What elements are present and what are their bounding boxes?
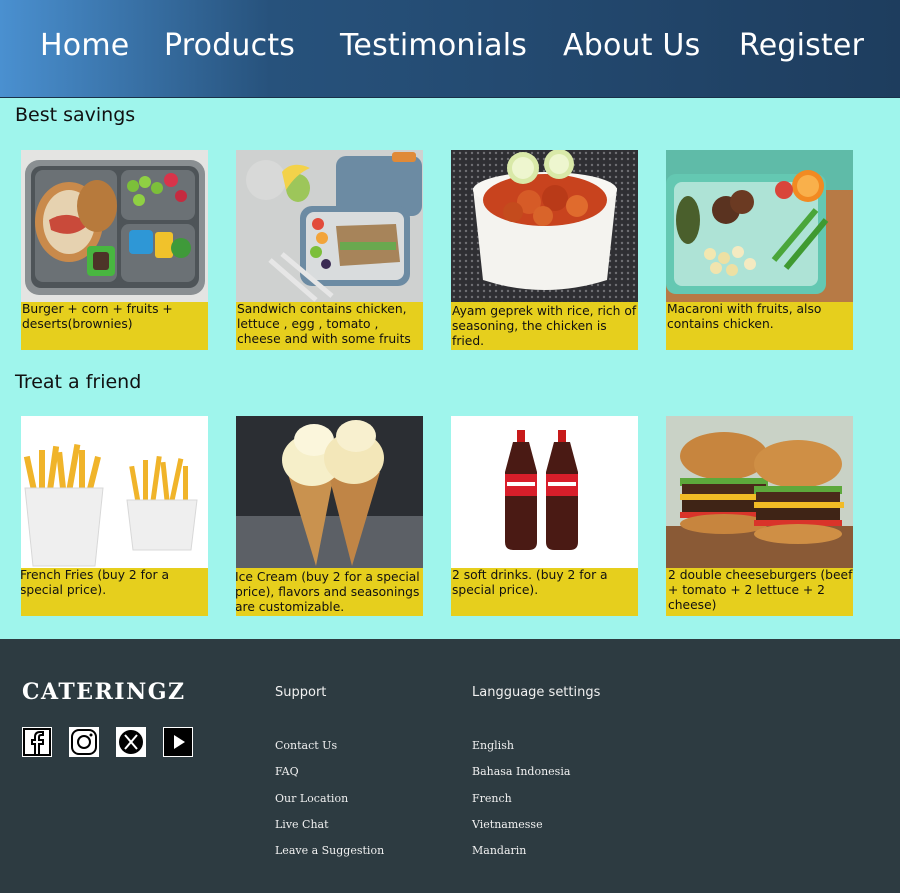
product-card[interactable]: Macaroni with fruits, also contains chic… (666, 150, 853, 350)
language-bahasa-indonesia[interactable]: Bahasa Indonesia (472, 765, 570, 778)
list-item: Contact Us (275, 738, 384, 764)
language-heading: Langguage settings (472, 685, 601, 700)
link-our-location[interactable]: Our Location (275, 792, 348, 805)
product-caption: Sandwich contains chicken, lettuce , egg… (237, 302, 411, 346)
product-caption: 2 soft drinks. (buy 2 for a special pric… (452, 568, 608, 597)
ice-cream-cones-image (236, 416, 423, 568)
list-item: Vietnamesse (472, 817, 570, 843)
list-item: Our Location (275, 791, 384, 817)
list-item: Live Chat (275, 817, 384, 843)
product-caption: Ice Cream (buy 2 for a special price), f… (236, 570, 420, 614)
soft-drink-bottles-image (451, 416, 638, 568)
product-card[interactable]: 2 double cheeseburgers (beef + tomato + … (666, 416, 853, 616)
link-faq[interactable]: FAQ (275, 765, 299, 778)
double-cheeseburgers-image (666, 416, 853, 568)
nav-register[interactable]: Register (739, 28, 864, 63)
language-mandarin[interactable]: Mandarin (472, 844, 526, 857)
language-french[interactable]: French (472, 792, 512, 805)
product-card[interactable]: 2 soft drinks. (buy 2 for a special pric… (451, 416, 638, 616)
youtube-icon[interactable] (162, 726, 194, 758)
link-leave-suggestion[interactable]: Leave a Suggestion (275, 844, 384, 857)
instagram-icon[interactable] (68, 726, 100, 758)
link-live-chat[interactable]: Live Chat (275, 818, 329, 831)
product-caption: Macaroni with fruits, also contains chic… (667, 302, 822, 331)
product-caption: Ayam geprek with rice, rich of seasoning… (452, 304, 637, 348)
top-navigation: Home Products Testimonials About Us Regi… (0, 0, 900, 98)
list-item: Leave a Suggestion (275, 843, 384, 869)
list-item: English (472, 738, 570, 764)
nav-products[interactable]: Products (164, 28, 295, 63)
language-links: English Bahasa Indonesia French Vietname… (472, 738, 570, 869)
x-icon[interactable] (115, 726, 147, 758)
list-item: Mandarin (472, 843, 570, 869)
nav-home[interactable]: Home (40, 28, 129, 63)
product-card[interactable]: French Fries (buy 2 for a special price)… (21, 416, 208, 616)
product-card[interactable]: Ice Cream (buy 2 for a special price), f… (236, 416, 423, 616)
footer-brand-logo: CATERINGZ (22, 679, 186, 705)
nav-about-us[interactable]: About Us (563, 28, 700, 63)
bento-lunchbox-burger-image (21, 150, 208, 302)
product-caption: 2 double cheeseburgers (beef + tomato + … (668, 568, 853, 612)
language-vietnamesse[interactable]: Vietnamesse (472, 818, 543, 831)
product-card[interactable]: Burger + corn + fruits + deserts(brownie… (21, 150, 208, 350)
support-heading: Support (275, 685, 327, 700)
nav-testimonials[interactable]: Testimonials (340, 28, 527, 63)
support-links: Contact Us FAQ Our Location Live Chat Le… (275, 738, 384, 869)
ayam-geprek-bowl-image (451, 150, 638, 302)
list-item: Bahasa Indonesia (472, 764, 570, 790)
list-item: FAQ (275, 764, 384, 790)
link-contact-us[interactable]: Contact Us (275, 739, 337, 752)
french-fries-image (21, 416, 208, 568)
section-title-best-savings: Best savings (15, 104, 136, 126)
section-title-treat-a-friend: Treat a friend (15, 371, 142, 393)
language-english[interactable]: English (472, 739, 514, 752)
product-card[interactable]: Ayam geprek with rice, rich of seasoning… (451, 150, 638, 350)
sandwich-lunchbox-image (236, 150, 423, 302)
macaroni-lunchbox-image (666, 150, 853, 302)
product-caption: Burger + corn + fruits + deserts(brownie… (22, 302, 173, 331)
list-item: French (472, 791, 570, 817)
product-card[interactable]: Sandwich contains chicken, lettuce , egg… (236, 150, 423, 350)
product-caption: French Fries (buy 2 for a special price)… (21, 568, 169, 597)
footer: CATERINGZ Support Contact Us FAQ Our Loc… (0, 639, 900, 893)
facebook-icon[interactable] (21, 726, 53, 758)
